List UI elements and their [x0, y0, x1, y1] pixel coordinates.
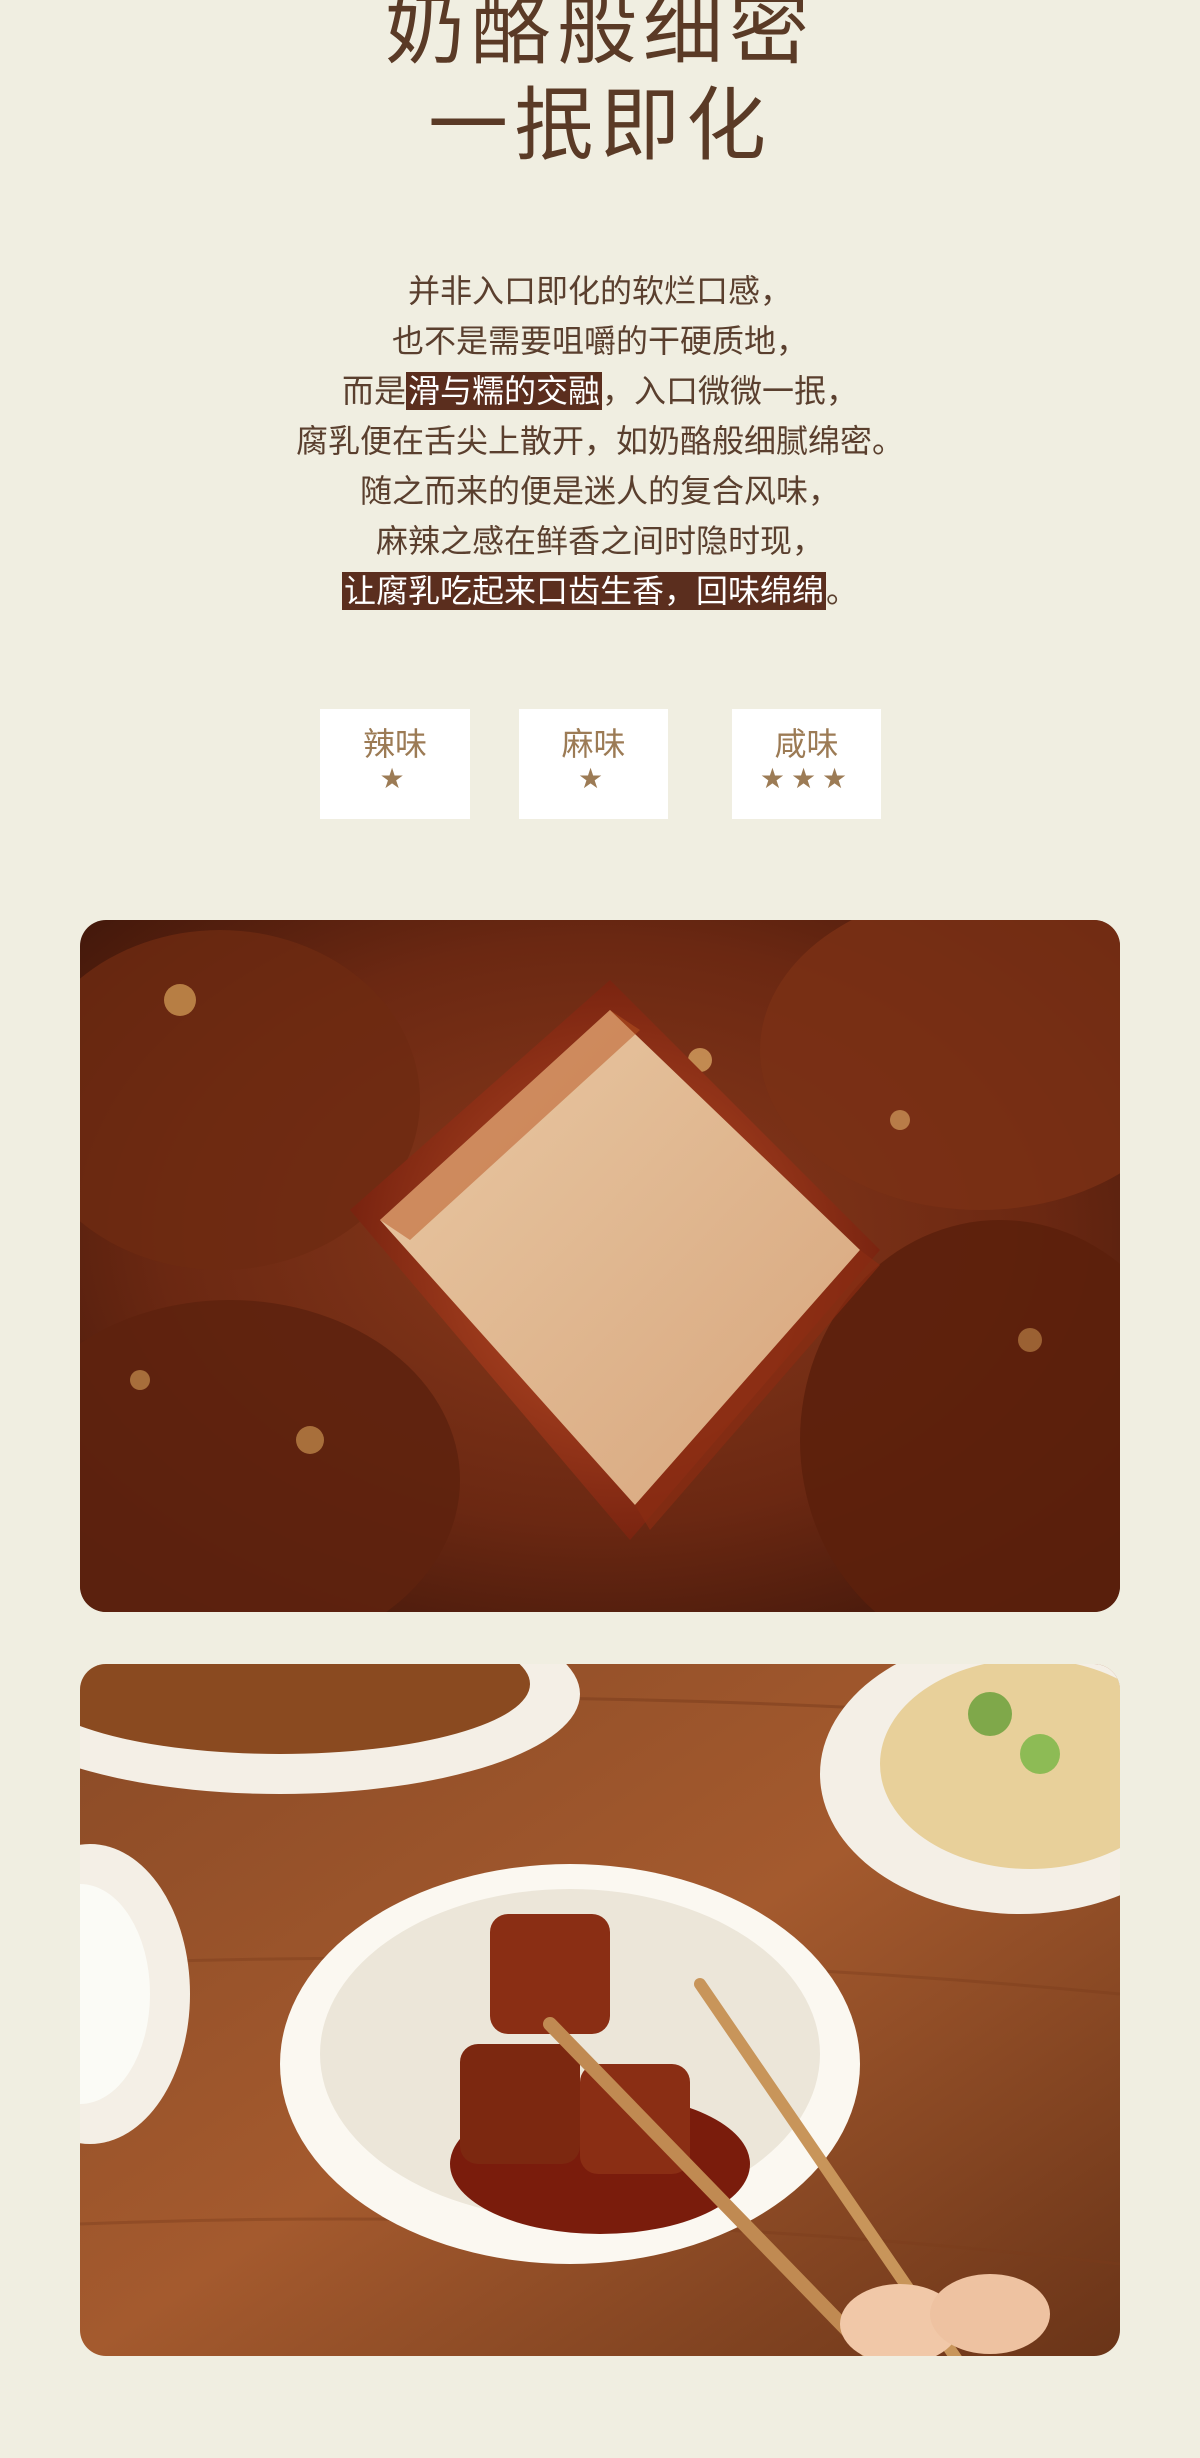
tofu-closeup-image — [80, 920, 1120, 1612]
description-line-7: 让腐乳吃起来口齿生香，回味绵绵。 — [0, 566, 1200, 616]
description-line-1: 并非入口即化的软烂口感， — [407, 272, 792, 310]
rating-card-numbing: 麻味 ★ — [519, 709, 668, 819]
description-line-3-after: ，入口微微一抿， — [602, 372, 859, 410]
headline: 奶酪般细密 一抿即化 — [0, 0, 1200, 174]
rating-label: 麻味 — [561, 725, 626, 763]
rating-label: 咸味 — [774, 725, 839, 763]
description-line-3-before: 而是 — [341, 372, 406, 410]
headline-line-1: 奶酪般细密 — [385, 0, 815, 76]
rating-label: 辣味 — [362, 725, 427, 763]
description-line-7-after: 。 — [826, 572, 859, 610]
description: 并非入口即化的软烂口感， 也不是需要咀嚼的干硬质地， 而是滑与糯的交融，入口微微… — [0, 266, 1200, 616]
star-rating-icon: ★★★ — [759, 762, 854, 795]
star-rating-icon: ★ — [577, 762, 610, 795]
description-line-2: 也不是需要咀嚼的干硬质地， — [391, 322, 808, 360]
description-line-6: 麻辣之感在鲜香之间时隐时现， — [375, 522, 824, 560]
description-highlight-1: 滑与糯的交融 — [405, 372, 602, 410]
rating-card-salty: 咸味 ★★★ — [732, 709, 881, 819]
headline-line-2: 一抿即化 — [428, 79, 772, 172]
description-line-3: 而是滑与糯的交融，入口微微一抿， — [0, 366, 1200, 416]
description-line-5: 随之而来的便是迷人的复合风味， — [359, 472, 840, 510]
description-highlight-2: 让腐乳吃起来口齿生香，回味绵绵 — [341, 572, 826, 610]
tofu-closeup-illustration — [80, 920, 1120, 1612]
description-line-4: 腐乳便在舌尖上散开，如奶酪般细腻绵密。 — [295, 422, 904, 460]
star-rating-icon: ★ — [379, 762, 411, 795]
table-scene-image — [80, 1664, 1120, 2356]
table-scene-illustration — [80, 1664, 1120, 2356]
rating-card-spicy: 辣味 ★ — [320, 709, 470, 819]
